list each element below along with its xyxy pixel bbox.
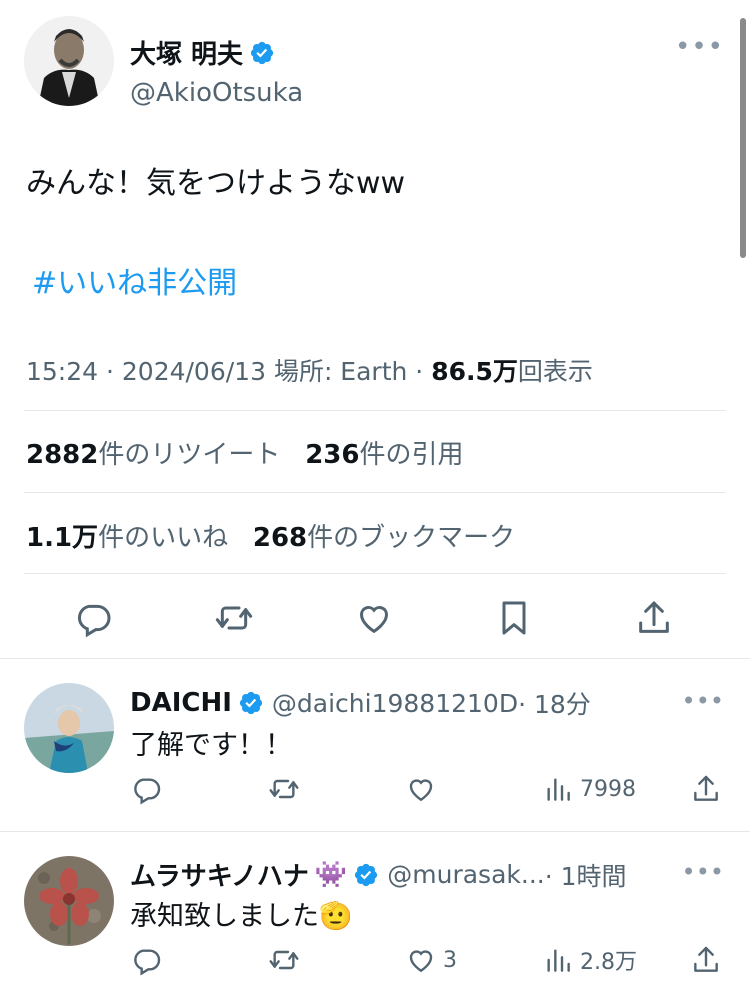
reply-time[interactable]: · 18分 bbox=[518, 685, 591, 721]
divider bbox=[24, 492, 726, 493]
reply-view-count: 7998 bbox=[580, 776, 636, 802]
views-label: 回表示 bbox=[517, 357, 593, 386]
reply-avatar[interactable] bbox=[24, 683, 114, 773]
reply-like-count: 3 bbox=[443, 947, 457, 973]
retweet-icon[interactable] bbox=[214, 598, 254, 638]
share-icon[interactable] bbox=[690, 773, 722, 805]
saluting-face-emoji: 🫡 bbox=[319, 901, 353, 932]
like-icon[interactable] bbox=[405, 773, 443, 805]
reply-avatar[interactable] bbox=[24, 856, 114, 946]
scrollbar[interactable] bbox=[740, 18, 746, 258]
retweet-icon[interactable] bbox=[268, 944, 300, 976]
views-action[interactable]: 7998 bbox=[542, 773, 636, 805]
retweet-quote-stats: 2882件のリツイート 236件の引用 bbox=[26, 434, 463, 471]
author-name[interactable]: 大塚 明夫 bbox=[130, 34, 243, 71]
tweet-location: 場所: Earth bbox=[273, 357, 408, 386]
space-invader-emoji: 👾 bbox=[314, 859, 348, 890]
reply-author-name[interactable]: ムラサキノハナ bbox=[130, 856, 309, 893]
views-bar-chart-icon bbox=[547, 778, 570, 801]
retweets-stat[interactable]: 2882件のリツイート bbox=[26, 440, 280, 470]
author-handle[interactable]: @AkioOtsuka bbox=[130, 78, 303, 108]
meta-separator: · bbox=[407, 357, 432, 386]
bookmarks-stat[interactable]: 268件のブックマーク bbox=[253, 523, 515, 553]
quotes-stat[interactable]: 236件の引用 bbox=[305, 440, 463, 470]
reply-item[interactable]: DAICHI @daichi19881210D · 18分 ••• 了解です！！… bbox=[0, 659, 750, 831]
more-options-icon[interactable]: ••• bbox=[682, 858, 724, 886]
views-bar-chart-icon bbox=[547, 949, 570, 972]
verified-badge-icon bbox=[239, 691, 263, 715]
meta-separator: · bbox=[98, 357, 122, 386]
verified-badge-icon bbox=[355, 863, 378, 886]
more-options-icon[interactable]: ••• bbox=[675, 32, 724, 62]
divider bbox=[24, 410, 726, 411]
bookmark-icon[interactable] bbox=[494, 598, 534, 638]
like-bookmark-stats: 1.1万件のいいね 268件のブックマーク bbox=[26, 517, 515, 554]
reply-icon[interactable] bbox=[131, 773, 163, 805]
retweet-icon[interactable] bbox=[268, 773, 300, 805]
tweet-action-bar bbox=[0, 598, 750, 642]
reply-item[interactable]: ムラサキノハナ 👾 @murasak... · 1時間 ••• 承知致しました🫡… bbox=[0, 832, 750, 989]
reply-icon[interactable] bbox=[74, 598, 114, 638]
views-count: 86.5万 bbox=[431, 357, 518, 386]
reply-text: 了解です！！ bbox=[130, 730, 292, 761]
reply-icon[interactable] bbox=[131, 944, 163, 976]
hashtag-link[interactable]: #いいね非公開 bbox=[32, 258, 237, 302]
tweet-meta: 15:24 · 2024/06/13 場所: Earth · 86.5万回表示 bbox=[26, 352, 593, 388]
likes-stat[interactable]: 1.1万件のいいね bbox=[26, 523, 228, 553]
reply-text: 承知致しました🫡 bbox=[130, 901, 353, 932]
tweet-date[interactable]: 2024/06/13 bbox=[122, 357, 266, 386]
reply-time[interactable]: · 1時間 bbox=[545, 857, 627, 893]
reply-author-name[interactable]: DAICHI bbox=[130, 688, 232, 718]
tweet-time[interactable]: 15:24 bbox=[26, 357, 98, 386]
reply-author-handle[interactable]: @daichi19881210D bbox=[272, 689, 518, 718]
reply-author-handle[interactable]: @murasak... bbox=[387, 860, 544, 889]
like-icon[interactable] bbox=[354, 598, 394, 638]
like-icon[interactable]: 3 bbox=[405, 944, 457, 976]
tweet-text: みんな！気をつけようなww bbox=[26, 166, 406, 201]
divider bbox=[24, 573, 726, 574]
share-icon[interactable] bbox=[634, 598, 674, 638]
more-options-icon[interactable]: ••• bbox=[682, 687, 724, 715]
tweet-header: 大塚 明夫 @AkioOtsuka ••• bbox=[24, 16, 724, 108]
share-icon[interactable] bbox=[690, 944, 722, 976]
author-avatar[interactable] bbox=[24, 16, 114, 106]
verified-badge-icon bbox=[250, 41, 274, 64]
views-action[interactable]: 2.8万 bbox=[542, 944, 637, 976]
reply-view-count: 2.8万 bbox=[580, 950, 637, 975]
